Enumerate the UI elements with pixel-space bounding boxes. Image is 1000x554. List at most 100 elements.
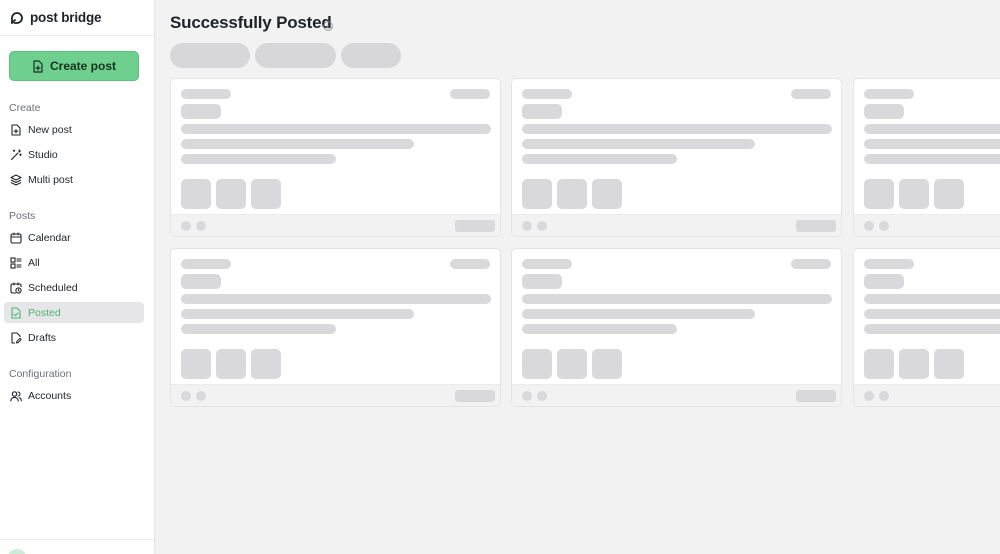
info-icon[interactable] <box>323 18 333 36</box>
skeleton-thumbnail <box>522 179 552 209</box>
skeleton-line <box>181 154 336 164</box>
skeleton-dot <box>879 221 889 231</box>
sidebar-item-label: Studio <box>28 148 58 161</box>
post-card-skeleton <box>170 248 501 407</box>
skeleton-dot <box>537 221 547 231</box>
skeleton-thumbnail <box>864 349 894 379</box>
card-footer <box>854 214 1000 236</box>
users-icon <box>10 390 28 402</box>
sidebar-item-studio[interactable]: Studio <box>4 144 144 165</box>
skeleton-line <box>791 259 831 269</box>
post-card-skeleton <box>511 248 842 407</box>
skeleton-dot <box>522 391 532 401</box>
skeleton-line <box>864 324 1000 334</box>
page-title: Successfully Posted <box>170 13 332 32</box>
sidebar-item-label: New post <box>28 123 72 136</box>
skeleton-line <box>796 390 836 402</box>
skeleton-line <box>181 274 221 289</box>
skeleton-line <box>796 220 836 232</box>
skeleton-dot <box>181 221 191 231</box>
skeleton-line <box>522 154 677 164</box>
calendar-clock-icon <box>10 281 28 294</box>
skeleton-line <box>522 124 832 134</box>
skeleton-dot <box>196 391 206 401</box>
skeleton-thumbnail <box>592 179 622 209</box>
grid-list-icon <box>10 256 28 269</box>
avatar[interactable] <box>7 549 27 554</box>
skeleton-thumbnail <box>899 349 929 379</box>
skeleton-dot <box>196 221 206 231</box>
skeleton-line <box>181 89 231 99</box>
skeleton-line <box>455 220 495 232</box>
skeleton-thumbnail <box>522 349 552 379</box>
file-plus-icon <box>32 59 50 73</box>
skeleton-dot <box>864 221 874 231</box>
filter-skeleton <box>170 43 250 68</box>
skeleton-dot <box>522 221 532 231</box>
post-card-skeleton <box>853 78 1000 237</box>
skeleton-line <box>450 259 490 269</box>
file-check-icon <box>10 306 28 319</box>
skeleton-line <box>864 154 1000 164</box>
sidebar-item-drafts[interactable]: Drafts <box>4 327 144 348</box>
skeleton-thumbnail <box>557 349 587 379</box>
file-edit-icon <box>10 331 28 344</box>
create-post-button[interactable]: Create post <box>9 51 139 81</box>
sidebar-item-label: Multi post <box>28 173 73 186</box>
sidebar-item-label: Calendar <box>28 231 71 244</box>
create-post-label: Create post <box>49 59 117 73</box>
skeleton-line <box>864 294 1000 304</box>
skeleton-line <box>522 259 572 269</box>
skeleton-line <box>181 294 491 304</box>
brand-header: post bridge <box>0 0 154 36</box>
sidebar-item-all[interactable]: All <box>4 252 144 273</box>
sidebar-item-new-post[interactable]: New post <box>4 119 144 140</box>
skeleton-line <box>181 309 414 319</box>
skeleton-line <box>181 124 491 134</box>
post-card-skeleton <box>853 248 1000 407</box>
sidebar-item-scheduled[interactable]: Scheduled <box>4 277 144 298</box>
sidebar: post bridge Create post Create New post … <box>0 0 155 554</box>
card-footer <box>854 384 1000 406</box>
sidebar-item-label: Accounts <box>28 389 72 402</box>
calendar-icon <box>10 231 28 244</box>
skeleton-line <box>864 259 914 269</box>
skeleton-line <box>522 89 572 99</box>
sidebar-item-label: Scheduled <box>28 281 78 294</box>
skeleton-line <box>181 139 414 149</box>
file-plus-icon <box>10 123 28 136</box>
skeleton-line <box>450 89 490 99</box>
skeleton-line <box>522 104 562 119</box>
section-label-posts: Posts <box>9 210 36 222</box>
brand-name[interactable]: post bridge <box>30 10 102 25</box>
skeleton-thumbnail <box>181 179 211 209</box>
filter-skeleton <box>341 43 401 68</box>
sidebar-item-label: Posted <box>28 306 61 319</box>
skeleton-line <box>522 294 832 304</box>
skeleton-line <box>864 139 1000 149</box>
card-footer <box>512 384 841 406</box>
skeleton-thumbnail <box>216 179 246 209</box>
skeleton-thumbnail <box>592 349 622 379</box>
skeleton-line <box>455 390 495 402</box>
sidebar-item-posted[interactable]: Posted <box>4 302 144 323</box>
skeleton-line <box>181 104 221 119</box>
card-footer <box>171 214 500 236</box>
post-card-skeleton <box>511 78 842 237</box>
skeleton-thumbnail <box>934 179 964 209</box>
skeleton-thumbnail <box>899 179 929 209</box>
sidebar-item-multi-post[interactable]: Multi post <box>4 169 144 190</box>
sidebar-item-calendar[interactable]: Calendar <box>4 227 144 248</box>
skeleton-dot <box>864 391 874 401</box>
logo-icon <box>9 10 25 26</box>
skeleton-dot <box>879 391 889 401</box>
section-label-create: Create <box>9 102 41 114</box>
skeleton-line <box>864 104 904 119</box>
skeleton-thumbnail <box>216 349 246 379</box>
skeleton-line <box>864 89 914 99</box>
skeleton-thumbnail <box>181 349 211 379</box>
sidebar-item-accounts[interactable]: Accounts <box>4 385 144 406</box>
skeleton-thumbnail <box>557 179 587 209</box>
skeleton-line <box>522 274 562 289</box>
skeleton-thumbnail <box>934 349 964 379</box>
